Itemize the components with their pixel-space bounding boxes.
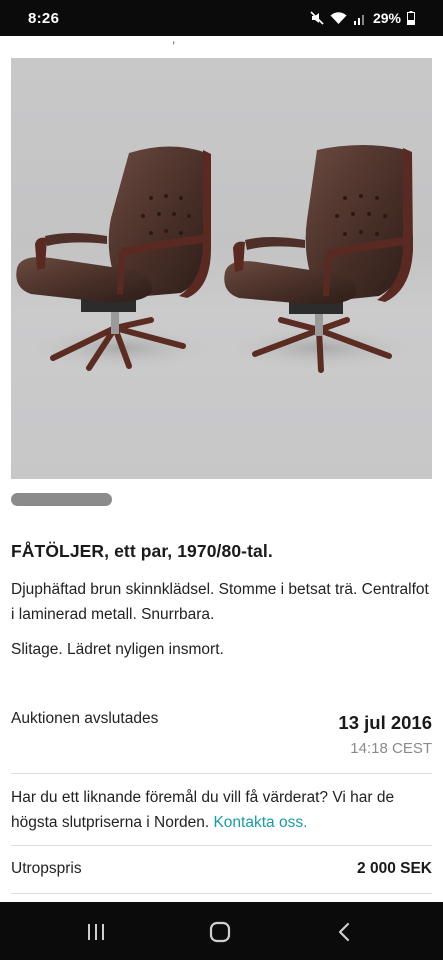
back-button[interactable] xyxy=(324,918,364,946)
status-time: 8:26 xyxy=(28,10,60,27)
valuation-prompt: Har du ett liknande föremål du vill få v… xyxy=(11,785,436,835)
gallery-scroll-indicator[interactable] xyxy=(11,493,112,506)
home-button[interactable] xyxy=(200,918,240,946)
armchairs-illustration xyxy=(16,145,416,373)
contact-link[interactable]: Kontakta oss. xyxy=(213,814,307,831)
battery-percent: 29% xyxy=(372,10,401,26)
auction-end-label: Auktionen avslutades xyxy=(11,710,159,727)
auction-end-time: 14:18 CEST xyxy=(350,740,432,757)
starting-price-value: 2 000 SEK xyxy=(357,860,432,877)
recents-icon xyxy=(88,924,104,940)
starting-price-row: Utropspris 2 000 SEK xyxy=(11,858,432,882)
divider xyxy=(11,845,432,846)
mute-icon xyxy=(310,11,324,25)
wifi-icon xyxy=(330,11,347,25)
signal-icon xyxy=(353,12,367,25)
listing-condition: Slitage. Lädret nyligen insmort. xyxy=(11,641,224,658)
starting-price-label: Utropspris xyxy=(11,860,82,877)
divider xyxy=(11,893,432,894)
product-photo[interactable] xyxy=(11,58,432,479)
auction-end-row: Auktionen avslutades 13 jul 2016 14:18 C… xyxy=(11,708,432,768)
status-bar: 8:26 29% xyxy=(0,0,443,36)
recents-button[interactable] xyxy=(76,918,116,946)
auction-end-date: 13 jul 2016 xyxy=(338,712,432,733)
system-nav-bar xyxy=(0,902,443,960)
status-icons: 29% xyxy=(310,10,415,26)
top-strip: , xyxy=(0,32,443,58)
back-icon xyxy=(338,922,350,942)
valuation-text: Har du ett liknande föremål du vill få v… xyxy=(11,789,395,831)
listing-description: Djuphäftad brun skinnklädsel. Stomme i b… xyxy=(11,581,429,623)
battery-icon xyxy=(407,11,415,25)
divider xyxy=(11,773,432,774)
clipped-text-fragment: , xyxy=(172,32,176,46)
home-icon xyxy=(209,921,231,943)
listing-title: FÅTÖLJER, ett par, 1970/80-tal. xyxy=(11,541,273,561)
